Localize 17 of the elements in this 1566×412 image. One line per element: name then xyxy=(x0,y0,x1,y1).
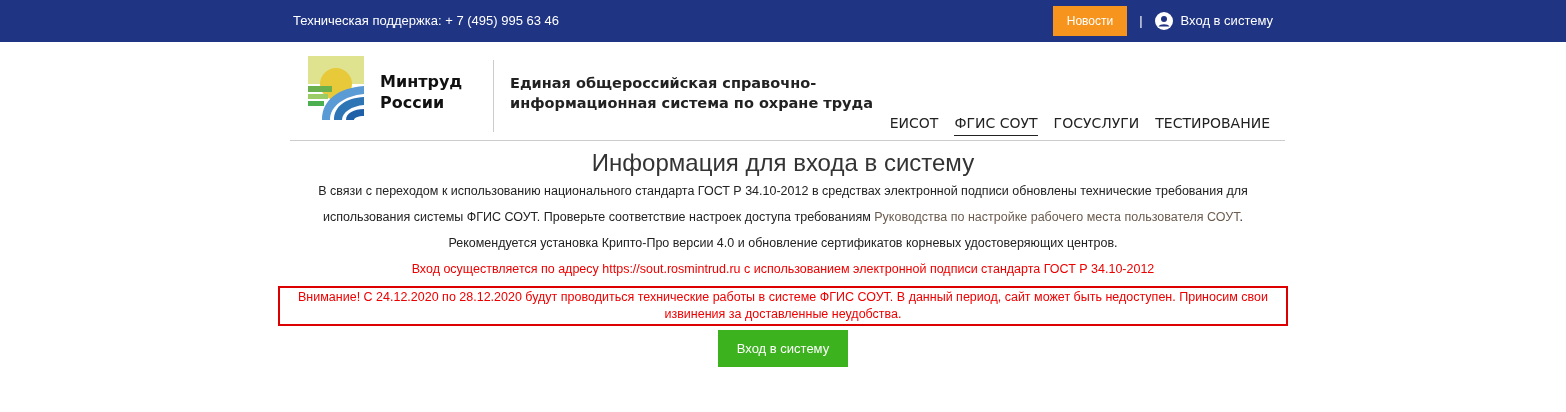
page-title: Информация для входа в систему xyxy=(591,149,975,178)
system-title: Единая общероссийская справочно-информационная система по охране труда xyxy=(510,74,874,113)
separator: | xyxy=(1139,12,1143,31)
organization-name: Минтруд России xyxy=(380,72,464,114)
manual-link[interactable]: Руководства по настройке рабочего места пользователя СОУТ xyxy=(874,209,1240,224)
support-phone-text: Техническая поддержка: + 7 (495) 995 63 46 xyxy=(293,12,560,31)
nav-link[interactable]: ФГИС СОУТ xyxy=(954,113,1038,137)
address-note: Вход осуществляется по адресу https://sout.rosmintrud.ru с использованием электронной подписи стандарта ГОСТ Р 34.10-2012 xyxy=(411,260,1155,278)
user-icon xyxy=(1154,12,1173,30)
warning-notice: Внимание! С 24.12.2020 по 28.12.2020 будут проводиться технические работы в системе ФГИС СОУТ. В данный период, сайт может быть недоступен. Приносим свои извинения за доставленные неудобства. xyxy=(278,285,1288,326)
nav-link[interactable]: ГОСУСЛУГИ xyxy=(1053,113,1140,137)
info-paragraph: В связи с переходом к использованию национального стандарта ГОСТ Р 34.10-2012 в средствах электронной подписи обновлены технические требования для использования системы ФГИС СОУТ. Проверьте соответствие настроек доступа требованиям Руководства по настройке рабочего места пользователя СОУТ. xyxy=(317,182,1249,226)
logo-icon xyxy=(308,56,364,120)
nav-link[interactable]: ЕИСОТ xyxy=(889,113,939,137)
login-link[interactable]: Вход в систему xyxy=(1180,11,1273,31)
nav-link[interactable]: ТЕСТИРОВАНИЕ xyxy=(1155,113,1270,137)
recommendation-text: Рекомендуется установка Крипто-Про версии 4.0 и обновление сертификатов корневых удостоверяющих центров. xyxy=(448,234,1118,252)
